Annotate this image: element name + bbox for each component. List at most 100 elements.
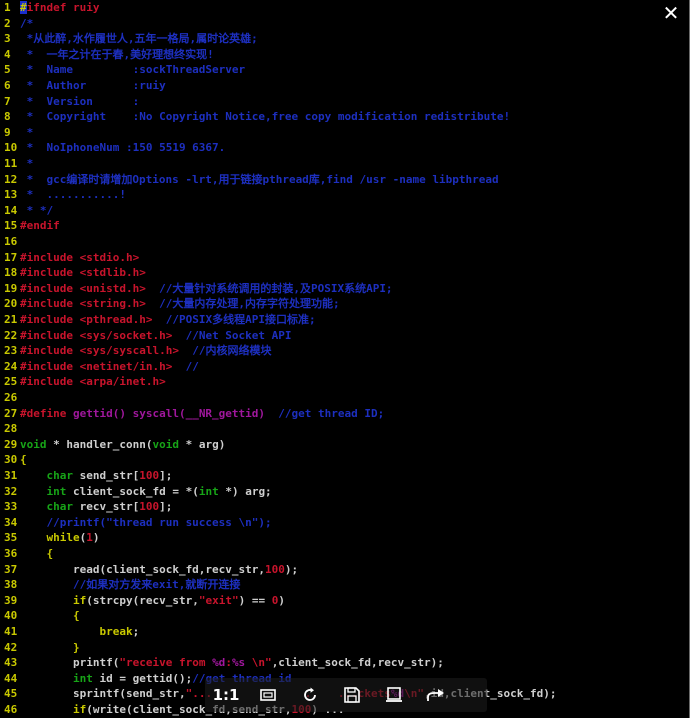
code-line: 13 * ...........! xyxy=(4,187,126,203)
code-token: /* xyxy=(20,16,34,30)
code-token: if xyxy=(72,593,87,607)
code-line: 42 } xyxy=(4,640,80,656)
code-token: "exit" xyxy=(198,593,239,607)
code-token: void xyxy=(152,437,179,451)
code-token: <pthread.h> xyxy=(79,313,153,326)
code-token: while xyxy=(46,531,80,545)
code-token: #endif xyxy=(20,219,60,233)
code-token: //如果对方发来exit,就断开连接 xyxy=(20,578,241,592)
code-token: : xyxy=(225,656,232,670)
code-line: 40 { xyxy=(4,608,80,624)
code-token: %d xyxy=(212,656,226,670)
code-token: <stdlib.h> xyxy=(79,266,146,280)
fit-window-button[interactable] xyxy=(247,678,289,712)
line-number: 34 xyxy=(4,515,18,529)
code-token: #include xyxy=(20,344,80,358)
code-token: #define xyxy=(20,406,73,420)
line-number: 7 xyxy=(4,94,11,108)
close-button[interactable]: ✕ xyxy=(661,3,681,23)
line-number: 26 xyxy=(4,391,18,404)
code-token: ) == xyxy=(238,593,272,607)
code-token: *) arg; xyxy=(218,484,272,498)
code-token: #include xyxy=(20,313,80,326)
code-line: 41 break; xyxy=(4,624,139,640)
code-token: #include xyxy=(20,359,80,373)
code-token: 100 xyxy=(139,500,160,514)
download-button[interactable] xyxy=(373,678,415,712)
code-token: int xyxy=(198,484,219,498)
code-line: 14 * */ xyxy=(4,203,53,219)
code-token: ,client_sock_fd,recv_str); xyxy=(271,656,444,670)
line-number: 8 xyxy=(4,110,11,124)
code-token: void xyxy=(20,437,47,451)
code-token: read(client_sock_fd,recv_str, xyxy=(20,562,266,576)
line-number: 38 xyxy=(4,578,18,592)
save-button[interactable] xyxy=(331,678,373,712)
code-line: 29 void * handler_conn(void * arg) xyxy=(4,437,225,453)
code-line: 33 char recv_str[100]; xyxy=(4,499,172,515)
code-token: ; xyxy=(132,625,140,638)
code-line: 23 #include <sys/syscall.h> //内核网络模块 xyxy=(4,343,271,359)
code-token: 100 xyxy=(139,469,160,482)
code-token: //大量针对系统调用的封装,及POSIX系统API; xyxy=(145,281,393,295)
share-button[interactable] xyxy=(415,678,457,712)
code-line: 7 * Version : xyxy=(4,94,139,110)
code-line: 10 * NoIphoneNum :150 5519 6367. xyxy=(4,140,225,156)
code-token: { xyxy=(20,453,27,467)
code-line: 19 #include <unistd.h> //大量针对系统调用的封装,及POS… xyxy=(4,281,393,297)
code-line: 31 char send_str[100]; xyxy=(4,468,172,484)
line-number: 17 xyxy=(4,250,18,264)
line-number: 11 xyxy=(4,157,18,170)
code-token: // xyxy=(172,359,199,373)
line-number: 20 xyxy=(4,297,18,311)
code-line: 5 * Name :sockThreadServer xyxy=(4,62,245,78)
code-token: <string.h> xyxy=(79,297,146,311)
code-token: ]; xyxy=(159,469,173,482)
code-token: int xyxy=(72,671,93,685)
code-line: 38 //如果对方发来exit,就断开连接 xyxy=(4,577,240,593)
code-editor: 1 #ifndef ruiy 2/* 3 *从此醉,水作履世人,五年一格局,属时论英雄… xyxy=(4,0,686,718)
code-line: 21 #include <pthread.h> //POSIX多线程API接口标准… xyxy=(4,312,316,328)
code-token: #include xyxy=(20,281,80,295)
code-token: gettid() syscall(__NR_gettid) xyxy=(72,406,266,420)
code-line: 32 int client_sock_fd = *(int *) arg; xyxy=(4,484,272,500)
code-token: { xyxy=(46,547,54,560)
code-line: 1 #ifndef ruiy xyxy=(4,0,99,16)
line-number: 43 xyxy=(4,656,18,670)
screenshot-frame: 1 #ifndef ruiy 2/* 3 *从此醉,水作履世人,五年一格局,属时论英雄… xyxy=(0,0,690,718)
code-token: * arg) xyxy=(178,437,226,451)
rotate-button[interactable] xyxy=(289,678,331,712)
code-token: <netinet/in.h> xyxy=(79,359,173,373)
code-token: * gcc编译时请增加Options -lrt,用于链接pthread库,fin… xyxy=(20,172,499,186)
line-number: 33 xyxy=(4,500,18,514)
code-token: #include xyxy=(20,328,80,342)
code-token: } xyxy=(72,640,80,654)
code-token: //get thread ID; xyxy=(265,406,385,420)
code-token: char xyxy=(46,500,74,514)
code-token: { xyxy=(72,609,80,623)
code-token: * 一年之计在于春,美好理想终实现! xyxy=(20,47,214,61)
code-token: * Version : xyxy=(20,94,140,108)
code-token: #include xyxy=(20,297,80,311)
code-line: 11 * xyxy=(4,156,33,172)
code-token: * Name :sockThreadServer xyxy=(20,63,246,77)
code-token: <stdio.h> xyxy=(79,250,140,264)
code-line: 15 #endif xyxy=(4,218,60,234)
line-number: 5 xyxy=(4,63,11,77)
code-token: client_sock_fd = *( xyxy=(66,484,199,498)
code-token: char xyxy=(46,469,74,482)
image-viewer: 1 #ifndef ruiy 2/* 3 *从此醉,水作履世人,五年一格局,属时论英雄… xyxy=(0,0,690,718)
line-number: 15 xyxy=(4,219,18,233)
code-token: recv_str[ xyxy=(73,500,140,514)
code-line: 18 #include <stdlib.h> xyxy=(4,265,146,281)
actual-size-button[interactable]: 1:1 xyxy=(205,678,247,712)
line-number: 12 xyxy=(4,172,18,186)
code-token: * Author :ruiy xyxy=(20,79,166,92)
code-line: 16 xyxy=(4,234,20,250)
line-number: 46 xyxy=(4,703,18,716)
